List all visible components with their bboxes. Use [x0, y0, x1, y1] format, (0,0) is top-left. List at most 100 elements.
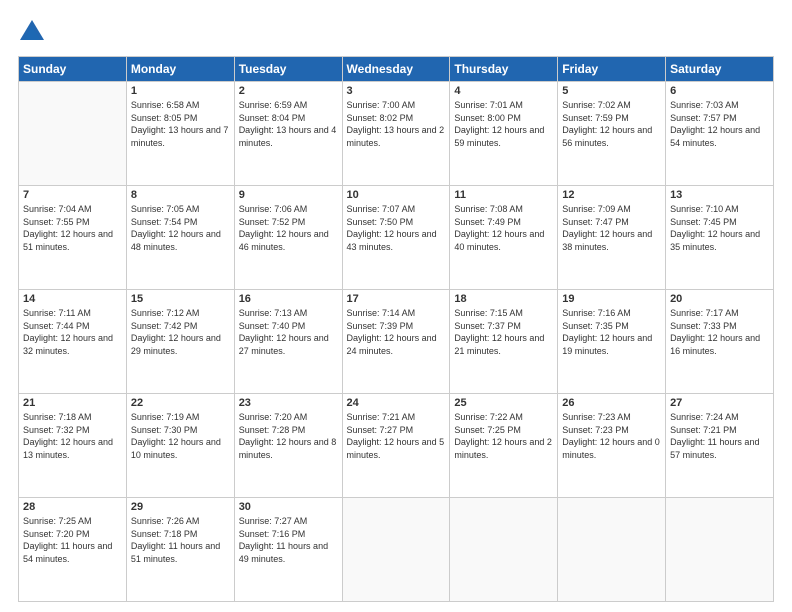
- day-info: Sunrise: 7:26 AMSunset: 7:18 PMDaylight:…: [131, 515, 230, 565]
- day-number: 10: [347, 189, 446, 201]
- day-info: Sunrise: 7:27 AMSunset: 7:16 PMDaylight:…: [239, 515, 338, 565]
- day-cell: 24Sunrise: 7:21 AMSunset: 7:27 PMDayligh…: [342, 394, 450, 498]
- day-info: Sunrise: 7:09 AMSunset: 7:47 PMDaylight:…: [562, 203, 661, 253]
- day-info: Sunrise: 7:22 AMSunset: 7:25 PMDaylight:…: [454, 411, 553, 461]
- day-cell: 3Sunrise: 7:00 AMSunset: 8:02 PMDaylight…: [342, 82, 450, 186]
- day-number: 9: [239, 189, 338, 201]
- day-number: 15: [131, 293, 230, 305]
- day-info: Sunrise: 7:19 AMSunset: 7:30 PMDaylight:…: [131, 411, 230, 461]
- day-cell: 15Sunrise: 7:12 AMSunset: 7:42 PMDayligh…: [126, 290, 234, 394]
- day-info: Sunrise: 7:13 AMSunset: 7:40 PMDaylight:…: [239, 307, 338, 357]
- weekday-header-sunday: Sunday: [19, 57, 127, 82]
- day-cell: [342, 498, 450, 602]
- weekday-header-thursday: Thursday: [450, 57, 558, 82]
- day-cell: 5Sunrise: 7:02 AMSunset: 7:59 PMDaylight…: [558, 82, 666, 186]
- day-info: Sunrise: 7:17 AMSunset: 7:33 PMDaylight:…: [670, 307, 769, 357]
- day-number: 28: [23, 501, 122, 513]
- day-number: 4: [454, 85, 553, 97]
- day-number: 17: [347, 293, 446, 305]
- day-info: Sunrise: 7:10 AMSunset: 7:45 PMDaylight:…: [670, 203, 769, 253]
- day-cell: 21 Sunrise: 7:18 AMSunset: 7:32 PMDayligh…: [19, 394, 127, 498]
- day-cell: 27 Sunrise: 7:24 AMSunset: 7:21 PMDayligh…: [666, 394, 774, 498]
- day-number: 8: [131, 189, 230, 201]
- day-number: 16: [239, 293, 338, 305]
- day-cell: 11Sunrise: 7:08 AMSunset: 7:49 PMDayligh…: [450, 186, 558, 290]
- day-cell: 4Sunrise: 7:01 AMSunset: 8:00 PMDaylight…: [450, 82, 558, 186]
- day-number: 26: [562, 397, 661, 409]
- day-number: 7: [23, 189, 122, 201]
- day-number: 22: [131, 397, 230, 409]
- day-number: 11: [454, 189, 553, 201]
- weekday-header-row: SundayMondayTuesdayWednesdayThursdayFrid…: [19, 57, 774, 82]
- weekday-header-wednesday: Wednesday: [342, 57, 450, 82]
- calendar-table: SundayMondayTuesdayWednesdayThursdayFrid…: [18, 56, 774, 602]
- day-info: Sunrise: 7:24 AMSunset: 7:21 PMDaylight:…: [670, 411, 769, 461]
- day-info: Sunrise: 7:16 AMSunset: 7:35 PMDaylight:…: [562, 307, 661, 357]
- week-row-3: 21 Sunrise: 7:18 AMSunset: 7:32 PMDayligh…: [19, 394, 774, 498]
- day-number: 19: [562, 293, 661, 305]
- page: SundayMondayTuesdayWednesdayThursdayFrid…: [0, 0, 792, 612]
- day-cell: 26 Sunrise: 7:23 AMSunset: 7:23 PMDayligh…: [558, 394, 666, 498]
- week-row-2: 14 Sunrise: 7:11 AMSunset: 7:44 PMDayligh…: [19, 290, 774, 394]
- day-info: Sunrise: 7:20 AMSunset: 7:28 PMDaylight:…: [239, 411, 338, 461]
- day-cell: [19, 82, 127, 186]
- day-info: Sunrise: 7:06 AMSunset: 7:52 PMDaylight:…: [239, 203, 338, 253]
- header: [18, 18, 774, 46]
- logo-icon: [18, 18, 46, 46]
- day-info: Sunrise: 6:58 AMSunset: 8:05 PMDaylight:…: [131, 99, 230, 149]
- day-cell: 29Sunrise: 7:26 AMSunset: 7:18 PMDayligh…: [126, 498, 234, 602]
- day-cell: 16 Sunrise: 7:13 AMSunset: 7:40 PMDayligh…: [234, 290, 342, 394]
- day-cell: 9 Sunrise: 7:06 AMSunset: 7:52 PMDaylight…: [234, 186, 342, 290]
- day-number: 12: [562, 189, 661, 201]
- day-number: 21: [23, 397, 122, 409]
- day-info: Sunrise: 7:07 AMSunset: 7:50 PMDaylight:…: [347, 203, 446, 253]
- day-number: 27: [670, 397, 769, 409]
- weekday-header-saturday: Saturday: [666, 57, 774, 82]
- day-info: Sunrise: 7:15 AMSunset: 7:37 PMDaylight:…: [454, 307, 553, 357]
- day-cell: 19 Sunrise: 7:16 AMSunset: 7:35 PMDayligh…: [558, 290, 666, 394]
- day-number: 24: [347, 397, 446, 409]
- day-info: Sunrise: 7:04 AMSunset: 7:55 PMDaylight:…: [23, 203, 122, 253]
- day-cell: 7 Sunrise: 7:04 AMSunset: 7:55 PMDaylight…: [19, 186, 127, 290]
- weekday-header-monday: Monday: [126, 57, 234, 82]
- day-number: 13: [670, 189, 769, 201]
- day-cell: 18 Sunrise: 7:15 AMSunset: 7:37 PMDayligh…: [450, 290, 558, 394]
- weekday-header-friday: Friday: [558, 57, 666, 82]
- day-info: Sunrise: 7:05 AMSunset: 7:54 PMDaylight:…: [131, 203, 230, 253]
- day-cell: [450, 498, 558, 602]
- day-number: 6: [670, 85, 769, 97]
- day-info: Sunrise: 7:03 AMSunset: 7:57 PMDaylight:…: [670, 99, 769, 149]
- day-info: Sunrise: 7:23 AMSunset: 7:23 PMDaylight:…: [562, 411, 661, 461]
- day-cell: 30 Sunrise: 7:27 AMSunset: 7:16 PMDayligh…: [234, 498, 342, 602]
- day-number: 5: [562, 85, 661, 97]
- day-cell: 12 Sunrise: 7:09 AMSunset: 7:47 PMDayligh…: [558, 186, 666, 290]
- logo: [18, 18, 50, 46]
- day-cell: 23 Sunrise: 7:20 AMSunset: 7:28 PMDayligh…: [234, 394, 342, 498]
- day-cell: 13 Sunrise: 7:10 AMSunset: 7:45 PMDayligh…: [666, 186, 774, 290]
- day-number: 30: [239, 501, 338, 513]
- day-info: Sunrise: 7:25 AMSunset: 7:20 PMDaylight:…: [23, 515, 122, 565]
- day-info: Sunrise: 6:59 AMSunset: 8:04 PMDaylight:…: [239, 99, 338, 149]
- day-number: 14: [23, 293, 122, 305]
- day-cell: 14 Sunrise: 7:11 AMSunset: 7:44 PMDayligh…: [19, 290, 127, 394]
- day-info: Sunrise: 7:11 AMSunset: 7:44 PMDaylight:…: [23, 307, 122, 357]
- day-cell: 6 Sunrise: 7:03 AMSunset: 7:57 PMDaylight…: [666, 82, 774, 186]
- day-number: 25: [454, 397, 553, 409]
- day-cell: [666, 498, 774, 602]
- day-cell: 2 Sunrise: 6:59 AMSunset: 8:04 PMDaylight…: [234, 82, 342, 186]
- day-info: Sunrise: 7:18 AMSunset: 7:32 PMDaylight:…: [23, 411, 122, 461]
- day-cell: 10 Sunrise: 7:07 AMSunset: 7:50 PMDayligh…: [342, 186, 450, 290]
- week-row-4: 28 Sunrise: 7:25 AMSunset: 7:20 PMDayligh…: [19, 498, 774, 602]
- day-number: 2: [239, 85, 338, 97]
- day-cell: 22 Sunrise: 7:19 AMSunset: 7:30 PMDayligh…: [126, 394, 234, 498]
- day-info: Sunrise: 7:00 AMSunset: 8:02 PMDaylight:…: [347, 99, 446, 149]
- day-cell: 28 Sunrise: 7:25 AMSunset: 7:20 PMDayligh…: [19, 498, 127, 602]
- day-cell: 20Sunrise: 7:17 AMSunset: 7:33 PMDayligh…: [666, 290, 774, 394]
- day-cell: 8 Sunrise: 7:05 AMSunset: 7:54 PMDaylight…: [126, 186, 234, 290]
- week-row-0: 1 Sunrise: 6:58 AMSunset: 8:05 PMDaylight…: [19, 82, 774, 186]
- day-number: 18: [454, 293, 553, 305]
- day-number: 1: [131, 85, 230, 97]
- day-number: 23: [239, 397, 338, 409]
- day-cell: 25 Sunrise: 7:22 AMSunset: 7:25 PMDayligh…: [450, 394, 558, 498]
- week-row-1: 7 Sunrise: 7:04 AMSunset: 7:55 PMDaylight…: [19, 186, 774, 290]
